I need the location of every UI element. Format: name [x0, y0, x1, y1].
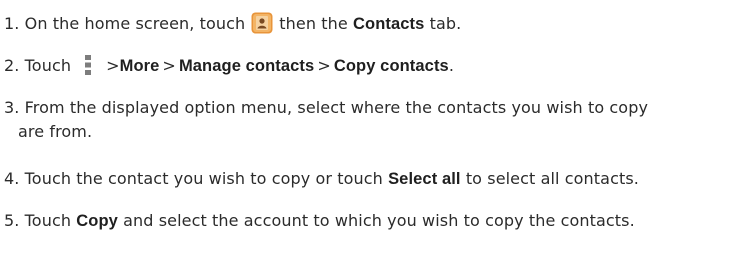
- path-more: More: [119, 57, 160, 75]
- step-number: 2.: [4, 56, 20, 75]
- step-1: 1. On the home screen, touch then the Con…: [4, 12, 461, 36]
- copy-label: Copy: [76, 212, 118, 230]
- step-number: 3.: [4, 98, 20, 117]
- step-text: Touch the contact you wish to copy or to…: [24, 169, 383, 188]
- path-separator: >: [106, 56, 120, 75]
- path-manage-contacts: Manage contacts: [178, 57, 315, 75]
- step-text: From the displayed option menu, select w…: [24, 98, 649, 117]
- step-text: Touch: [24, 211, 72, 230]
- step-2: 2. Touch >More > Manage contacts > Copy conta…: [4, 54, 454, 78]
- step-4: 4. Touch the contact you wish to copy or…: [4, 167, 639, 191]
- step-text: .: [448, 56, 455, 75]
- step-3: 3. From the displayed option menu, selec…: [4, 96, 648, 144]
- contacts-app-icon: [251, 12, 273, 34]
- step-number: 1.: [4, 14, 20, 33]
- step-text: Touch: [24, 56, 72, 75]
- path-separator: >: [162, 56, 176, 75]
- path-copy-contacts: Copy contacts: [333, 57, 449, 75]
- step-5: 5. Touch Copy and select the account to …: [4, 209, 635, 233]
- step-number: 5.: [4, 211, 20, 230]
- menu-icon: [85, 54, 92, 76]
- step-text-continued: are from.: [18, 122, 93, 141]
- path-separator: >: [317, 56, 331, 75]
- step-text: On the home screen, touch: [24, 14, 246, 33]
- step-text: and select the account to which you wish…: [123, 211, 635, 230]
- step-text: tab.: [429, 14, 462, 33]
- step-number: 4.: [4, 169, 20, 188]
- select-all-label: Select all: [388, 170, 461, 188]
- contacts-tab-label: Contacts: [353, 15, 425, 33]
- step-text: then the: [279, 14, 348, 33]
- step-text: to select all contacts.: [465, 169, 639, 188]
